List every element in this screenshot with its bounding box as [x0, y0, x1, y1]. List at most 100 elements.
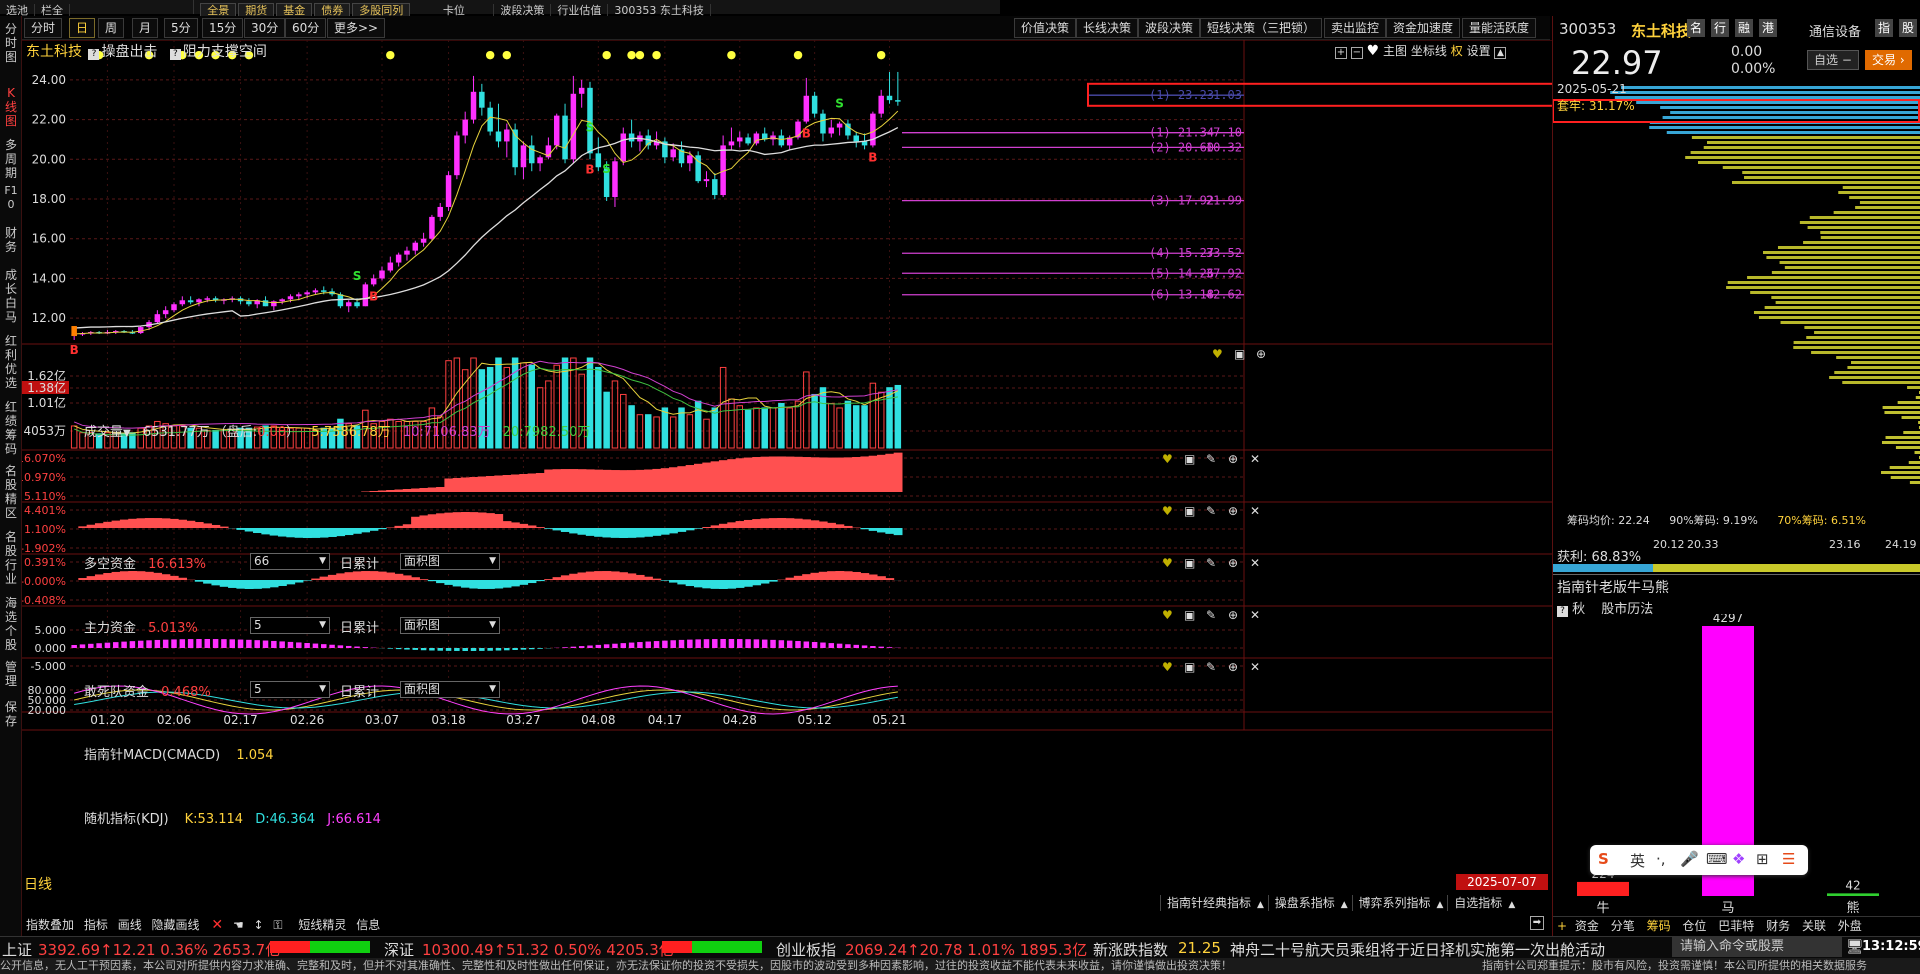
mic-icon[interactable]: 🎤: [1680, 850, 1699, 868]
indicator-tab[interactable]: 操盘系指标: [1267, 895, 1341, 911]
volume-active-button[interactable]: 量能活跃度: [1462, 18, 1537, 38]
flow1-pane-icon[interactable]: ✕: [1250, 452, 1260, 466]
ime-logo[interactable]: S: [1598, 850, 1609, 868]
industry-link[interactable]: 通信设备: [1809, 21, 1861, 40]
main-chart-tool[interactable]: 主图: [1383, 44, 1407, 58]
grid-icon[interactable]: ⊞: [1756, 850, 1769, 868]
volume-pane-icon[interactable]: ▣: [1234, 347, 1245, 361]
nav-item-save[interactable]: 保存: [2, 700, 20, 728]
macd-pane-icon[interactable]: ▣: [1184, 608, 1195, 622]
sh-label[interactable]: 上证: [2, 939, 32, 960]
nav-item-famous[interactable]: 名股精区: [2, 464, 20, 520]
flow-mode-select[interactable]: 面积图 ▼: [400, 553, 500, 570]
volume-title[interactable]: 成交量: [84, 425, 123, 440]
tab-position[interactable]: 仓位: [1682, 919, 1706, 933]
dropdown-arrow-icon[interactable]: ▼: [123, 428, 131, 439]
top-dropdown[interactable]: 期货: [238, 3, 275, 17]
flow1-pane-icon[interactable]: ▣: [1184, 452, 1195, 466]
tab-external[interactable]: 外盘: [1838, 919, 1862, 933]
long-decision-button[interactable]: 长线决策: [1076, 18, 1139, 38]
flow2-pane-icon[interactable]: ✎: [1206, 504, 1216, 518]
flow1-pane-icon[interactable]: ✎: [1206, 452, 1216, 466]
macd-pane-icon[interactable]: ♥: [1162, 608, 1173, 622]
arrow-right-icon[interactable]: ➡: [1530, 916, 1544, 930]
period-button[interactable]: 15分: [202, 18, 244, 38]
tool-index-overlay[interactable]: 指数叠加: [26, 918, 74, 932]
flow2-pane-icon[interactable]: ⊕: [1228, 504, 1238, 518]
menu-icon[interactable]: ☰: [1782, 850, 1795, 868]
lock-icon[interactable]: ⚿: [273, 918, 282, 932]
period-button-active[interactable]: 日: [69, 18, 96, 38]
kdj-pane-icon[interactable]: ✕: [1250, 660, 1260, 674]
zoom-out-icon[interactable]: −: [1350, 47, 1363, 59]
flow3-pane-icon[interactable]: ▣: [1184, 556, 1195, 570]
flow-param-input[interactable]: 66 ▼: [250, 553, 330, 570]
flow3-pane-icon[interactable]: ✎: [1206, 556, 1216, 570]
option-operation[interactable]: 操盘出击: [101, 44, 157, 60]
period-button[interactable]: 5分: [164, 18, 198, 38]
delete-x-icon[interactable]: ✕: [211, 917, 223, 933]
period-button[interactable]: 30分: [244, 18, 286, 38]
flow-param-input[interactable]: 5 ▼: [250, 681, 330, 698]
macd-pane-icon[interactable]: ✕: [1250, 608, 1260, 622]
nav-item-multi-period[interactable]: 多周期: [2, 138, 20, 180]
tab-hk[interactable]: 港: [1759, 19, 1777, 37]
tab-name[interactable]: 名: [1687, 19, 1705, 37]
nav-item-finance[interactable]: 财务: [2, 226, 20, 254]
plus-icon[interactable]: +: [1557, 919, 1567, 933]
period-button[interactable]: 月: [132, 18, 159, 38]
question-icon[interactable]: ?: [169, 49, 181, 60]
indicator-tab[interactable]: 指南针经典指标: [1160, 895, 1258, 911]
flow3-pane-icon[interactable]: ✕: [1250, 556, 1260, 570]
macd-pane-icon[interactable]: ⊕: [1228, 608, 1238, 622]
macd-pane-icon[interactable]: ✎: [1206, 608, 1216, 622]
vertical-move-icon[interactable]: ↕: [254, 918, 264, 932]
watchlist-button[interactable]: 自选 −: [1807, 50, 1859, 70]
kdj-pane-icon[interactable]: ♥: [1162, 660, 1173, 674]
nav-item-industry[interactable]: 名股行业: [2, 530, 20, 586]
tool-info[interactable]: 信息: [356, 918, 380, 932]
nav-item-manage[interactable]: 管理: [2, 660, 20, 688]
flow-mode-select[interactable]: 面积图 ▼: [400, 617, 500, 634]
tool-draw-line[interactable]: 画线: [118, 918, 142, 932]
flow2-pane-icon[interactable]: ♥: [1162, 504, 1173, 518]
question-icon[interactable]: ?: [88, 49, 100, 60]
sell-monitor-button[interactable]: 卖出监控: [1324, 18, 1387, 38]
flow2-pane-icon[interactable]: ▣: [1184, 504, 1195, 518]
nav-item-kline[interactable]: K线图: [2, 86, 20, 128]
top-dropdown[interactable]: 全景: [200, 3, 237, 17]
flow3-pane-icon[interactable]: ⊕: [1228, 556, 1238, 570]
zoom-in-icon[interactable]: +: [1335, 47, 1347, 59]
keyboard-icon[interactable]: ⌨: [1706, 850, 1728, 868]
favorite-heart-icon[interactable]: ♥: [1367, 43, 1380, 59]
cy-label[interactable]: 创业板指: [776, 939, 836, 960]
volume-pane-icon[interactable]: ⊕: [1256, 347, 1266, 361]
volume-pane-icon[interactable]: ♥: [1212, 347, 1223, 361]
tab-margin[interactable]: 融: [1735, 19, 1753, 37]
top-dropdown[interactable]: 基金: [276, 3, 313, 17]
tab-index[interactable]: 指: [1875, 19, 1893, 37]
chip-distribution-chart[interactable]: [1553, 82, 1920, 512]
tab-buffett[interactable]: 巴菲特: [1718, 919, 1754, 933]
tab-ticks[interactable]: 分笔: [1611, 919, 1635, 933]
collapse-up-icon[interactable]: ▲: [1494, 47, 1507, 59]
period-button[interactable]: 60分: [285, 18, 327, 38]
more-periods-button[interactable]: 更多>>: [327, 18, 386, 38]
tool-indicator[interactable]: 指标: [84, 918, 108, 932]
short-decision-button[interactable]: 短线决策（三把锁）: [1200, 18, 1323, 38]
kdj-pane-icon[interactable]: ⊕: [1228, 660, 1238, 674]
nav-item-screen[interactable]: 海选个股: [2, 596, 20, 652]
sz-label[interactable]: 深证: [384, 939, 414, 960]
kdj-pane-icon[interactable]: ▣: [1184, 660, 1195, 674]
settings-tool[interactable]: 设置: [1467, 44, 1491, 58]
new-index-label[interactable]: 新涨跌指数: [1093, 939, 1168, 960]
option-resistance[interactable]: 阻力支撑空间: [183, 44, 267, 60]
ime-lang[interactable]: 英: [1630, 850, 1645, 871]
flow2-pane-icon[interactable]: ✕: [1250, 504, 1260, 518]
trade-button[interactable]: 交易 ›: [1865, 50, 1912, 70]
coord-line-tool[interactable]: 坐标线: [1411, 44, 1447, 58]
period-button[interactable]: 周: [98, 18, 125, 38]
indicator-tab[interactable]: 自选指标: [1447, 895, 1509, 911]
value-decision-button[interactable]: 价值决策: [1014, 18, 1077, 38]
nav-item-chips[interactable]: 红绩筹码: [2, 400, 20, 456]
